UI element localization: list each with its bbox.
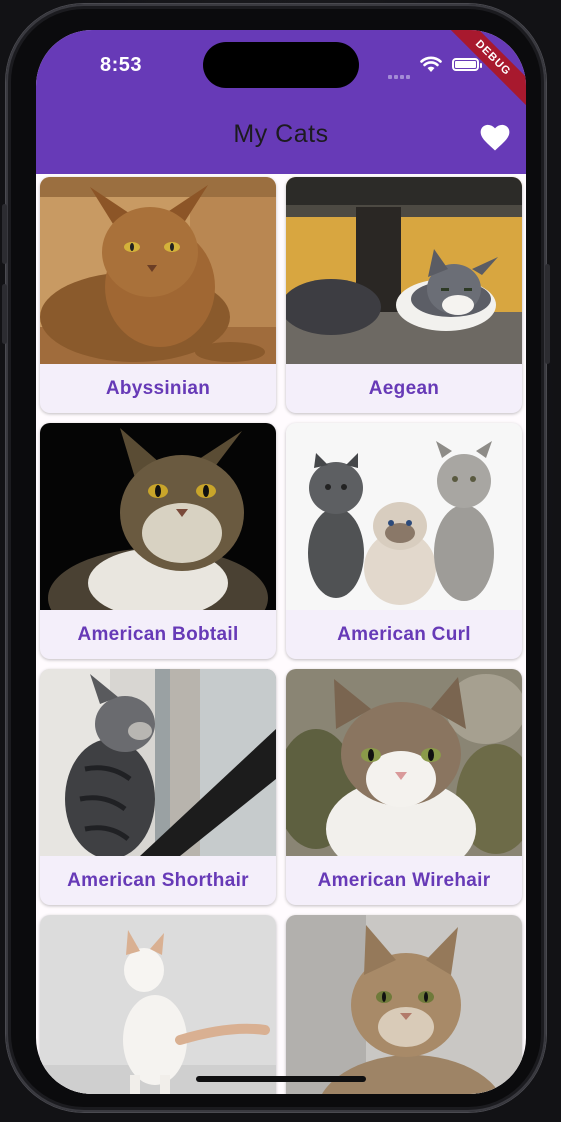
volume-up-button bbox=[2, 204, 7, 264]
cat-card[interactable] bbox=[286, 915, 522, 1094]
cat-photo bbox=[40, 423, 276, 610]
cat-name: American Curl bbox=[337, 624, 471, 645]
cat-photo bbox=[40, 915, 276, 1094]
home-indicator[interactable] bbox=[196, 1076, 366, 1082]
cat-card[interactable] bbox=[40, 915, 276, 1094]
cat-photo bbox=[40, 669, 276, 856]
phone-frame: 8:53 DEBUG My Cats Abyssinian Aegean Ame… bbox=[2, 4, 550, 1112]
cat-photo bbox=[40, 177, 276, 364]
app-screen: 8:53 DEBUG My Cats Abyssinian Aegean Ame… bbox=[36, 30, 526, 1094]
cat-name: American Bobtail bbox=[77, 624, 239, 645]
cat-card-american-bobtail[interactable]: American Bobtail bbox=[40, 423, 276, 659]
cat-card-american-curl[interactable]: American Curl bbox=[286, 423, 522, 659]
page-title: My Cats bbox=[233, 120, 329, 148]
cat-photo bbox=[286, 669, 522, 856]
power-button bbox=[545, 264, 550, 364]
cat-photo bbox=[286, 177, 522, 364]
cat-name: Aegean bbox=[368, 378, 440, 399]
debug-banner: DEBUG bbox=[436, 30, 526, 120]
cellular-signal-icon bbox=[388, 66, 412, 84]
cat-card-aegean[interactable]: Aegean bbox=[286, 177, 522, 413]
cat-card-american-shorthair[interactable]: American Shorthair bbox=[40, 669, 276, 905]
dynamic-island bbox=[203, 42, 359, 88]
cat-name: American Shorthair bbox=[67, 870, 249, 891]
cat-name: Abyssinian bbox=[105, 378, 211, 399]
heart-icon[interactable] bbox=[480, 124, 510, 152]
status-time: 8:53 bbox=[100, 54, 143, 76]
debug-label: DEBUG bbox=[439, 30, 526, 112]
app-bar: 8:53 DEBUG My Cats bbox=[36, 30, 526, 174]
cat-name: American Wirehair bbox=[317, 870, 491, 891]
cat-photo bbox=[286, 423, 522, 610]
cat-card-abyssinian[interactable]: Abyssinian bbox=[40, 177, 276, 413]
cat-photo bbox=[286, 915, 522, 1094]
volume-down-button bbox=[2, 284, 7, 344]
cat-card-american-wirehair[interactable]: American Wirehair bbox=[286, 669, 522, 905]
